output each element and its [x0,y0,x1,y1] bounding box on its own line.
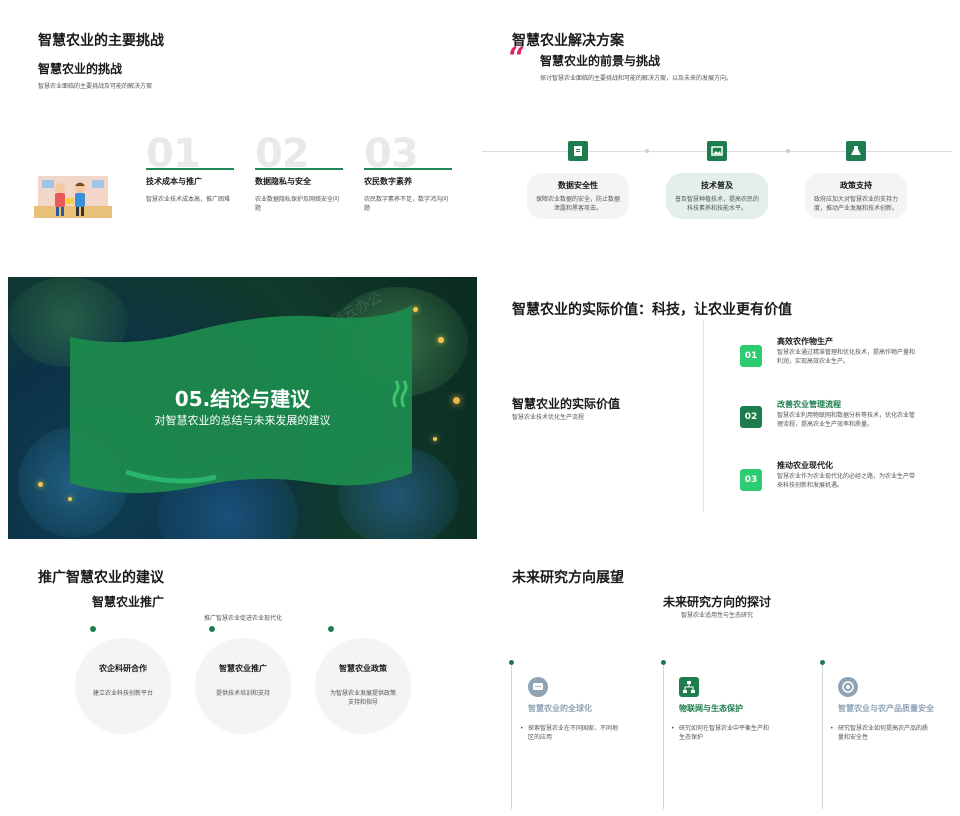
target-icon [838,677,858,697]
solution-card: 政策支持 政府应加大对智慧农业的支持力度，推动产业发展和技术创新。 [805,173,907,219]
card-body: 智慧农业技术成本高，推广困难 [146,196,231,203]
bokeh-spark [433,437,437,441]
item-body: 智慧农业利用物联网和数据分析等技术，优化农业管理流程，提高农业生产效率和质量。 [777,412,916,428]
column-line [663,663,664,809]
slide-challenges[interactable]: 智慧农业的主要挑战 智慧农业的挑战 智慧农业面临的主要挑战及可能的解决方案 01… [8,8,478,272]
slide-description: 探讨智慧农业面临的主要挑战和可能的解决方案，以及未来的发展方向。 [540,75,733,82]
column-dot [820,660,825,665]
children-illustration [34,174,112,218]
card-heading: 政策支持 [840,181,872,190]
bokeh-spark [68,497,72,501]
image-icon [707,141,727,161]
slide-subtitle: 智慧农业的前景与挑战 [540,54,661,68]
bullet-dot: • [671,725,675,732]
item-heading: 推动农业现代化 [777,461,833,470]
challenge-card: 02 数据隐私与安全 农业数据隐私保护及网络安全问题 [255,131,343,213]
bullet-dot: • [520,725,524,732]
timeline-dot [786,149,790,153]
item-number-badge: 02 [740,406,762,428]
card-body: 农民数字素养不足，数字鸿沟问题 [364,196,449,212]
item-heading: 改善农业管理流程 [777,400,841,409]
item-body: 智慧农业通过精准管理和优化技术，提高作物产量和利润，实现高效农业生产。 [777,349,916,365]
circle-body: 为智慧农业发展提供政策支持和指导 [329,690,396,706]
column-line [822,663,823,809]
suggestion-circle: 智慧农业政策 为智慧农业发展提供政策支持和指导 [315,638,411,734]
card-heading: 农民数字素养 [364,177,412,186]
circle-marker [90,626,96,632]
slide-subtitle: 智慧农业的挑战 [38,62,123,76]
column-line [511,663,512,809]
card-heading: 数据安全性 [558,181,598,190]
circle-marker [209,626,215,632]
bokeh-spark [38,482,43,487]
card-number: 03 [364,131,419,177]
column-dot [661,660,666,665]
slide-title: 智慧农业解决方案 [512,33,624,49]
slide-subtitle: 未来研究方向的探讨 [662,595,771,609]
section-subtitle: 对智慧农业的总结与未来发展的建议 [154,414,331,427]
card-heading: 数据隐私与安全 [255,177,311,186]
card-heading: 技术成本与推广 [146,177,202,186]
solution-card: 技术普及 普及智慧种植技术，提高农民的科技素养和技能水平。 [666,173,768,219]
item-body: 智慧农业作为农业现代化的必经之路，为农业生产带来科技创新和发展机遇。 [777,473,916,489]
slide-description: 智慧农业适用性与生态研究 [680,612,753,619]
document-icon [568,141,588,161]
column-bullet: • 研究智慧农业如何提高农产品的质量和安全性 [830,724,930,742]
flask-icon [846,141,866,161]
card-body: 农业数据隐私保护及网络安全问题 [255,196,340,212]
challenge-card: 03 农民数字素养 农民数字素养不足，数字鸿沟问题 [364,131,452,213]
circle-body: 建立农业科技创新平台 [92,690,153,697]
slide-promotion[interactable]: 推广智慧农业的建议 智慧农业推广 推广智慧农业促进农业现代化 农企科研合作 建立… [8,545,478,809]
timeline-dot [645,149,649,153]
column-dot [509,660,514,665]
slide-description: 推广智慧农业促进农业现代化 [203,615,282,622]
column-heading: 智慧农业的全球化 [528,704,592,713]
bullet-text: 探索智慧农业在不同国家、不同地区的应用 [528,725,619,741]
left-heading: 智慧农业的实际价值 [512,397,621,411]
slide-future-research[interactable]: 未来研究方向展望 未来研究方向的探讨 智慧农业适用性与生态研究 智慧农业的全球化… [482,545,952,809]
column-heading: 物联网与生态保护 [679,704,743,713]
section-title: 05.结论与建议 [174,387,311,411]
card-body: 普及智慧种植技术，提高农民的科技素养和技能水平。 [674,196,759,212]
divider [703,321,704,511]
circle-heading: 智慧农业政策 [339,664,387,673]
card-number: 02 [255,131,310,177]
left-description: 智慧农业技术优化生产流程 [512,414,585,421]
bullet-text: 研究如何在智慧农业中平衡生产和生态保护 [679,725,770,741]
quote-mark: “ [508,41,526,76]
card-body: 保障农业数据的安全，防止数据泄露和黑客攻击。 [535,196,620,212]
slide-title: 智慧农业的实际价值：科技，让农业更有价值 [512,302,792,318]
slide-practical-value[interactable]: 智慧农业的实际价值：科技，让农业更有价值 智慧农业的实际价值 智慧农业技术优化生… [482,277,952,541]
circle-heading: 农企科研合作 [99,664,147,673]
challenge-card: 01 技术成本与推广 智慧农业技术成本高，推广困难 [146,131,234,204]
card-body: 政府应加大对智慧农业的支持力度，推动产业发展和技术创新。 [813,196,898,212]
item-heading: 高效农作物生产 [777,337,833,346]
column-heading: 智慧农业与农产品质量安全 [838,704,934,713]
circle-heading: 智慧农业推广 [219,664,267,673]
slide-title: 智慧农业的主要挑战 [38,33,164,49]
solution-card: 数据安全性 保障农业数据的安全，防止数据泄露和黑客攻击。 [527,173,629,219]
suggestion-circle: 农企科研合作 建立农业科技创新平台 [75,638,171,734]
column-bullet: • 研究如何在智慧农业中平衡生产和生态保护 [671,724,771,742]
circle-body: 提供技术培训和支持 [215,690,270,697]
circle-marker [328,626,334,632]
item-number-badge: 01 [740,345,762,367]
card-number: 01 [146,131,201,177]
suggestion-circle: 智慧农业推广 提供技术培训和支持 [195,638,291,734]
slide-title: 未来研究方向展望 [512,570,624,586]
network-icon [679,677,699,697]
slide-subtitle: 智慧农业推广 [92,595,165,609]
slide-description: 智慧农业面临的主要挑战及可能的解决方案 [38,83,153,90]
item-number-badge: 03 [740,469,762,491]
column-bullet: • 探索智慧农业在不同国家、不同地区的应用 [520,724,620,742]
bullet-text: 研究智慧农业如何提高农产品的质量和安全性 [838,725,929,741]
chat-icon [528,677,548,697]
slide-title: 推广智慧农业的建议 [38,570,164,586]
bokeh-spark [438,337,444,343]
slide-solutions[interactable]: 智慧农业解决方案 “ 智慧农业的前景与挑战 探讨智慧农业面临的主要挑战和可能的解… [482,8,952,272]
bullet-dot: • [830,725,834,732]
card-heading: 技术普及 [701,181,733,190]
slide-section-conclusion[interactable]: 风云办公 05.结论与建议 对智慧农业的总结与未来发展的建议 [8,277,477,539]
